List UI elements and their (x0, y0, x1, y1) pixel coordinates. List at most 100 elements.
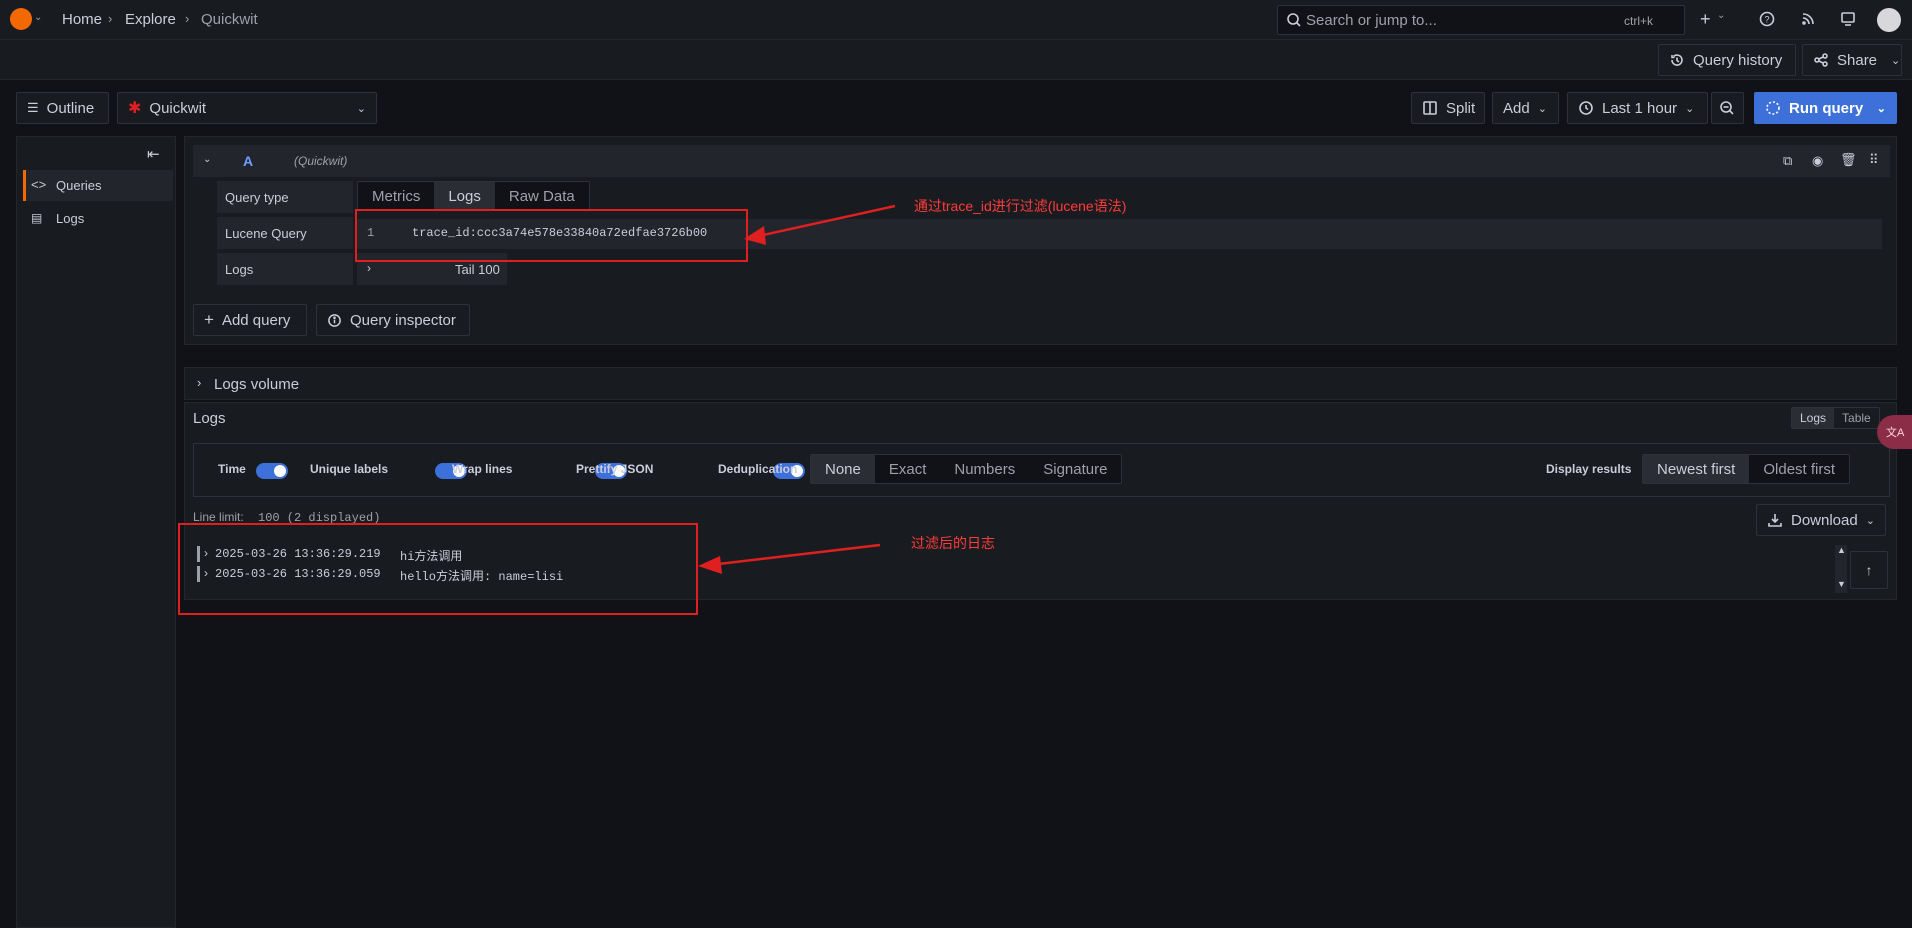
eye-icon[interactable]: ◉ (1812, 153, 1823, 169)
scroll-to-top-button[interactable]: ↑ (1850, 551, 1888, 589)
split-icon (1422, 100, 1438, 116)
query-inspector-label: Query inspector (350, 311, 456, 329)
logs-scrollbar[interactable]: ▲ ▼ (1835, 545, 1847, 593)
kiosk-icon[interactable] (1840, 11, 1856, 27)
scroll-down-icon[interactable]: ▼ (1837, 579, 1846, 589)
share-button[interactable]: Share ⌄ (1802, 44, 1902, 76)
add-button[interactable]: Add ⌄ (1492, 92, 1559, 124)
query-type-label: Query type (217, 181, 353, 213)
share-label: Share (1837, 51, 1878, 69)
view-mode-table[interactable]: Table (1834, 408, 1879, 428)
line-limit-label: Line limit: (193, 510, 244, 524)
chevron-down-icon: ⌄ (1537, 102, 1547, 115)
code-icon: <> (31, 177, 47, 192)
query-ref-id[interactable]: A (243, 153, 253, 169)
sort-order-selector[interactable]: Newest first Oldest first (1642, 454, 1851, 484)
sidebar-item-label: Logs (56, 211, 85, 226)
chevron-down-icon: ⌄ (1865, 514, 1875, 527)
query-highlight-box (355, 209, 748, 262)
clock-icon (1578, 100, 1594, 116)
svg-text:?: ? (1764, 15, 1769, 25)
refresh-icon (1765, 100, 1781, 116)
logs-option-value: Tail 100 (455, 262, 500, 277)
drag-handle-icon[interactable]: ⠿ (1869, 152, 1879, 168)
translate-icon[interactable]: 文A (1877, 415, 1912, 449)
logs-label: Logs (217, 253, 353, 285)
add-query-label: Add query (221, 311, 291, 329)
dedup-exact[interactable]: Exact (875, 455, 941, 483)
quickwit-icon: ✱ (128, 100, 142, 117)
chevron-down-icon[interactable]: ⌄ (203, 154, 211, 165)
chevron-right-icon: › (367, 261, 371, 275)
query-type-raw-data[interactable]: Raw Data (495, 182, 589, 210)
chevron-down-icon[interactable]: ⌄ (1891, 54, 1900, 67)
datasource-picker[interactable]: ✱ Quickwit ⌄ (117, 92, 377, 124)
chevron-right-icon: › (108, 11, 113, 26)
query-type-metrics[interactable]: Metrics (358, 182, 434, 210)
prettify-json-option-label: Prettify JSON (576, 462, 654, 476)
add-query-button[interactable]: + Add query (193, 304, 307, 336)
scroll-up-icon[interactable]: ▲ (1837, 545, 1846, 555)
run-query-button[interactable]: Run query ⌄ (1754, 92, 1897, 124)
grafana-logo[interactable] (10, 8, 32, 30)
logs-highlight-box (178, 523, 698, 615)
add-label: Add (1503, 99, 1530, 117)
time-range-picker[interactable]: Last 1 hour ⌄ (1567, 92, 1708, 124)
logs-annotation-note: 过滤后的日志 (911, 535, 995, 551)
chevron-down-icon[interactable]: ⌄ (34, 12, 42, 23)
collapse-icon[interactable]: ⇤ (147, 145, 160, 163)
view-mode-logs[interactable]: Logs (1792, 408, 1835, 428)
time-toggle[interactable] (256, 463, 288, 480)
sidebar-item-label: Queries (56, 178, 102, 193)
breadcrumb-explore[interactable]: Explore (125, 11, 176, 28)
query-annotation-note: 通过trace_id进行过滤(lucene语法) (914, 198, 1127, 214)
chevron-down-icon[interactable]: ⌄ (1877, 102, 1886, 115)
arrow-annotation-logs (698, 543, 881, 574)
arrow-up-icon: ↑ (1865, 562, 1873, 578)
download-button[interactable]: Download ⌄ (1756, 504, 1886, 536)
search-input[interactable]: Search or jump to... ctrl+k (1277, 5, 1685, 35)
logs-panel-title: Logs (193, 410, 226, 427)
query-type-logs[interactable]: Logs (434, 182, 495, 210)
time-option-label: Time (218, 462, 246, 476)
duplicate-icon[interactable]: ⧉ (1783, 153, 1792, 169)
sidebar-item-queries[interactable]: <> Queries (23, 170, 173, 201)
order-oldest-first[interactable]: Oldest first (1749, 455, 1849, 483)
download-icon (1767, 512, 1783, 528)
rss-icon[interactable] (1800, 11, 1816, 27)
query-history-label: Query history (1693, 51, 1783, 69)
split-button[interactable]: Split (1411, 92, 1485, 124)
view-mode-selector[interactable]: Logs Table (1791, 407, 1880, 429)
avatar[interactable] (1877, 8, 1901, 32)
dedup-signature[interactable]: Signature (1029, 455, 1121, 483)
dedup-numbers[interactable]: Numbers (940, 455, 1029, 483)
deduplication-selector[interactable]: None Exact Numbers Signature (810, 454, 1123, 484)
breadcrumb-home[interactable]: Home (62, 11, 102, 28)
info-icon (327, 313, 342, 328)
query-datasource-hint: (Quickwit) (294, 154, 348, 168)
search-icon (1286, 12, 1302, 28)
query-inspector-button[interactable]: Query inspector (316, 304, 470, 336)
plus-icon[interactable]: + (1700, 9, 1711, 30)
zoom-out-button[interactable] (1711, 92, 1744, 124)
sidebar-item-logs[interactable]: ▤ Logs (23, 203, 173, 234)
chevron-down-icon[interactable]: ⌄ (1717, 10, 1725, 21)
dedup-none[interactable]: None (811, 455, 875, 483)
split-label: Split (1446, 99, 1476, 117)
list-icon: ☰ (27, 100, 39, 115)
chevron-right-icon: › (197, 375, 202, 390)
query-history-button[interactable]: Query history (1658, 44, 1796, 76)
plus-icon: + (204, 310, 214, 329)
help-icon[interactable]: ? (1759, 11, 1775, 27)
logs-volume-panel[interactable]: › Logs volume (184, 367, 1897, 400)
query-type-selector[interactable]: Metrics Logs Raw Data (357, 181, 590, 211)
content-outline: ⇤ <> Queries ▤ Logs (16, 136, 176, 928)
trash-icon[interactable]: 🗑 (1840, 152, 1857, 168)
top-navbar: ⌄ Home › Explore › Quickwit Search or ju… (0, 0, 1912, 40)
outline-button[interactable]: ☰ Outline (16, 92, 109, 124)
breadcrumb-current: Quickwit (201, 11, 258, 28)
order-newest-first[interactable]: Newest first (1643, 455, 1750, 483)
query-row-header: ⌄ A (Quickwit) ⧉ ◉ 🗑 ⠿ (193, 145, 1890, 177)
lucene-query-label: Lucene Query (217, 217, 353, 249)
keyboard-shortcut: ctrl+k (1624, 14, 1654, 28)
